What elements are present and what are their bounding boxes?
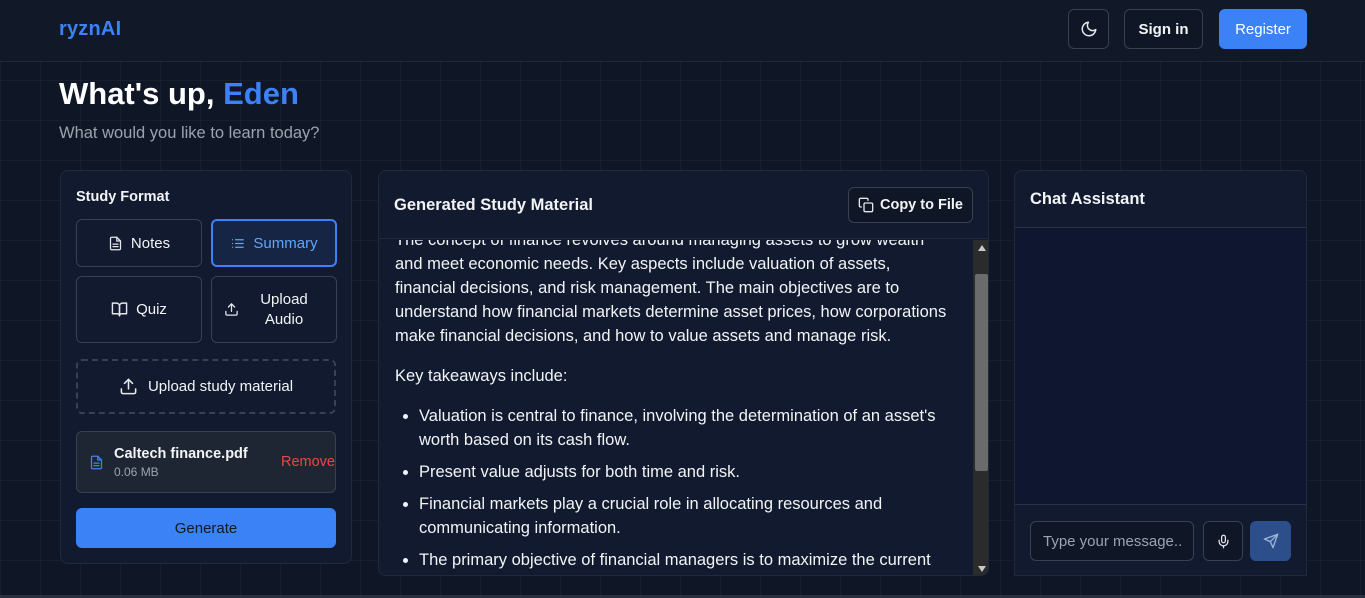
quiz-button[interactable]: Quiz <box>76 276 202 343</box>
page-title: What's up, Eden <box>59 76 299 112</box>
list-item: The primary objective of financial manag… <box>419 548 955 572</box>
register-button[interactable]: Register <box>1219 9 1307 49</box>
upload-audio-button[interactable]: Upload Audio <box>211 276 337 343</box>
chat-header: Chat Assistant <box>1015 171 1306 228</box>
list-item: Financial markets play a crucial role in… <box>419 492 955 540</box>
study-material-title: Generated Study Material <box>394 196 593 214</box>
study-material-header: Generated Study Material Copy to File <box>379 171 988 239</box>
copy-icon <box>858 197 874 213</box>
upload-study-material-button[interactable]: Upload study material <box>76 359 336 414</box>
study-material-content[interactable]: The concept of finance revolves around m… <box>379 240 973 575</box>
upload-icon <box>224 302 239 317</box>
list-item: Present value adjusts for both time and … <box>419 460 955 484</box>
scroll-down-arrow-icon[interactable] <box>973 561 988 575</box>
scroll-up-arrow-icon[interactable] <box>973 240 988 256</box>
upload-study-material-label: Upload study material <box>147 378 294 395</box>
notes-button[interactable]: Notes <box>76 219 202 267</box>
chat-input-bar <box>1015 504 1306 575</box>
remove-file-button[interactable]: Remove <box>281 454 335 470</box>
upload-icon <box>119 377 138 396</box>
summary-button[interactable]: Summary <box>211 219 337 267</box>
chat-message-input[interactable] <box>1030 521 1194 561</box>
uploaded-file-card: Caltech finance.pdf 0.06 MB Remove <box>76 431 336 493</box>
greeting-prefix: What's up, <box>59 76 224 111</box>
list-icon <box>230 236 245 251</box>
study-material-panel: Generated Study Material Copy to File Th… <box>378 170 989 576</box>
file-icon <box>89 454 104 471</box>
chat-title: Chat Assistant <box>1030 190 1145 208</box>
microphone-button[interactable] <box>1203 521 1243 561</box>
moon-icon <box>1080 20 1098 38</box>
document-icon <box>108 236 123 251</box>
content-scrollbar[interactable] <box>973 240 988 575</box>
sign-in-button[interactable]: Sign in <box>1124 9 1203 49</box>
upload-audio-label: Upload Audio <box>260 290 308 328</box>
book-open-icon <box>111 301 128 318</box>
chat-messages-area <box>1015 228 1306 504</box>
generate-button[interactable]: Generate <box>76 508 336 548</box>
key-takeaways-heading: Key takeaways include: <box>395 367 568 385</box>
quiz-label: Quiz <box>136 301 167 318</box>
notes-label: Notes <box>130 234 171 252</box>
chat-assistant-panel: Chat Assistant <box>1014 170 1307 576</box>
summary-paragraph: The concept of finance revolves around m… <box>395 240 947 345</box>
app-logo[interactable]: ryznAI <box>59 18 121 41</box>
study-format-panel: Study Format Notes Summary Quiz Upload A… <box>60 170 352 564</box>
scrollbar-thumb[interactable] <box>975 274 988 471</box>
copy-to-file-button[interactable]: Copy to File <box>848 187 973 223</box>
list-item: Valuation is central to finance, involvi… <box>419 404 955 452</box>
file-size: 0.06 MB <box>114 465 159 479</box>
file-name: Caltech finance.pdf <box>114 446 248 462</box>
send-icon <box>1263 533 1279 549</box>
page-subtitle: What would you like to learn today? <box>59 124 320 142</box>
send-button[interactable] <box>1250 521 1291 561</box>
user-name: Eden <box>223 76 299 111</box>
study-format-label: Study Format <box>76 189 170 205</box>
summary-label: Summary <box>253 234 318 252</box>
microphone-icon <box>1216 534 1231 549</box>
copy-to-file-label: Copy to File <box>880 197 963 213</box>
top-navbar: ryznAI Sign in Register <box>0 0 1365 62</box>
takeaways-list: Valuation is central to finance, involvi… <box>395 404 955 572</box>
theme-toggle-button[interactable] <box>1068 9 1109 49</box>
